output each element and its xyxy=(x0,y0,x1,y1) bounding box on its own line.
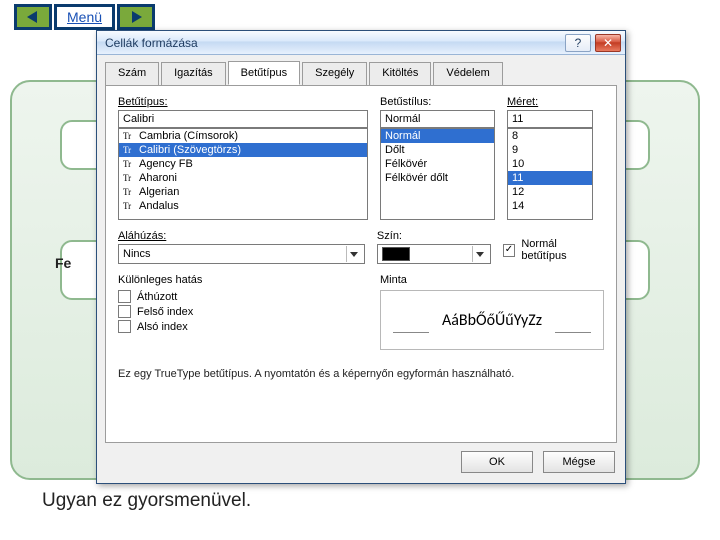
style-listbox[interactable]: Normál Dőlt Félkövér Félkövér dőlt xyxy=(380,128,495,220)
normal-font-checkbox[interactable]: ✓ xyxy=(503,244,516,257)
tab-number[interactable]: Szám xyxy=(105,62,159,86)
list-item[interactable]: TrAlgerian xyxy=(119,185,367,199)
list-item[interactable]: 14 xyxy=(508,199,592,213)
font-label: Betűtípus: xyxy=(118,96,368,108)
size-listbox[interactable]: 8 9 10 11 12 14 xyxy=(507,128,593,220)
font-size-input[interactable] xyxy=(507,110,593,128)
close-button[interactable]: ✕ xyxy=(595,34,621,52)
underline-combo[interactable]: Nincs xyxy=(118,244,365,264)
chevron-down-icon xyxy=(472,246,488,262)
tab-alignment[interactable]: Igazítás xyxy=(161,62,226,86)
superscript-checkbox[interactable] xyxy=(118,305,131,318)
list-item[interactable]: Félkövér xyxy=(381,157,494,171)
font-name-input[interactable] xyxy=(118,110,368,128)
list-item[interactable]: TrCambria (Címsorok) xyxy=(119,129,367,143)
tab-border[interactable]: Szegély xyxy=(302,62,367,86)
list-item[interactable]: Normál xyxy=(381,129,494,143)
chevron-down-icon xyxy=(346,246,362,262)
size-label: Méret: xyxy=(507,96,593,108)
truetype-icon: Tr xyxy=(123,159,135,169)
help-button[interactable]: ? xyxy=(565,34,591,52)
list-item[interactable]: TrCalibri (Szövegtörzs) xyxy=(119,143,367,157)
list-item[interactable]: 8 xyxy=(508,129,592,143)
tab-font[interactable]: Betűtípus xyxy=(228,61,300,85)
list-item[interactable]: 12 xyxy=(508,185,592,199)
slide-caption: Ugyan ez gyorsmenüvel. xyxy=(42,490,251,512)
slide-nav-bar: Menü xyxy=(14,4,155,30)
tab-fill[interactable]: Kitöltés xyxy=(369,62,431,86)
truetype-icon: Tr xyxy=(123,145,135,155)
truetype-note: Ez egy TrueType betűtípus. A nyomtatón é… xyxy=(118,368,604,380)
dialog-title: Cellák formázása xyxy=(105,36,561,50)
list-item[interactable]: 10 xyxy=(508,157,592,171)
list-item[interactable]: TrAgency FB xyxy=(119,157,367,171)
preview-heading: Minta xyxy=(380,274,604,286)
close-icon: ✕ xyxy=(603,36,613,50)
list-item[interactable]: TrAharoni xyxy=(119,171,367,185)
style-label: Betűstílus: xyxy=(380,96,495,108)
font-preview: AáBbŐőŰűYyZz xyxy=(380,290,604,350)
list-item[interactable]: 9 xyxy=(508,143,592,157)
strikethrough-label: Áthúzott xyxy=(137,291,177,303)
effects-heading: Különleges hatás xyxy=(118,274,368,286)
color-label: Szín: xyxy=(377,230,491,242)
arrow-left-icon xyxy=(25,10,41,24)
truetype-icon: Tr xyxy=(123,187,135,197)
tab-protection[interactable]: Védelem xyxy=(433,62,502,86)
dialog-buttons: OK Mégse xyxy=(97,451,625,483)
truetype-icon: Tr xyxy=(123,131,135,141)
color-swatch xyxy=(382,247,410,261)
list-item[interactable]: TrAndalus xyxy=(119,199,367,213)
format-cells-dialog: Cellák formázása ? ✕ Szám Igazítás Betűt… xyxy=(96,30,626,484)
subscript-label: Alsó index xyxy=(137,321,188,333)
normal-font-label: Normál betűtípus xyxy=(521,238,604,262)
cancel-button[interactable]: Mégse xyxy=(543,451,615,473)
list-item[interactable]: Félkövér dőlt xyxy=(381,171,494,185)
dialog-titlebar[interactable]: Cellák formázása ? ✕ xyxy=(97,31,625,55)
list-item[interactable]: Dőlt xyxy=(381,143,494,157)
tabstrip: Szám Igazítás Betűtípus Szegély Kitöltés… xyxy=(97,55,625,85)
background-truncated-label: Fe xyxy=(55,255,71,271)
help-icon: ? xyxy=(575,36,582,50)
arrow-right-icon xyxy=(128,10,144,24)
ok-button[interactable]: OK xyxy=(461,451,533,473)
color-combo[interactable] xyxy=(377,244,491,264)
truetype-icon: Tr xyxy=(123,201,135,211)
subscript-checkbox[interactable] xyxy=(118,320,131,333)
superscript-label: Felső index xyxy=(137,306,193,318)
truetype-icon: Tr xyxy=(123,173,135,183)
font-listbox[interactable]: TrCambria (Címsorok) TrCalibri (Szövegtö… xyxy=(118,128,368,220)
strikethrough-checkbox[interactable] xyxy=(118,290,131,303)
menu-link[interactable]: Menü xyxy=(54,4,115,30)
preview-text: AáBbŐőŰűYyZz xyxy=(442,311,542,330)
prev-slide-button[interactable] xyxy=(14,4,52,30)
list-item[interactable]: 11 xyxy=(508,171,592,185)
underline-value: Nincs xyxy=(123,248,346,260)
font-tab-panel: Betűtípus: TrCambria (Címsorok) TrCalibr… xyxy=(105,85,617,443)
font-style-input[interactable] xyxy=(380,110,495,128)
underline-label: Aláhúzás: xyxy=(118,230,365,242)
next-slide-button[interactable] xyxy=(117,4,155,30)
